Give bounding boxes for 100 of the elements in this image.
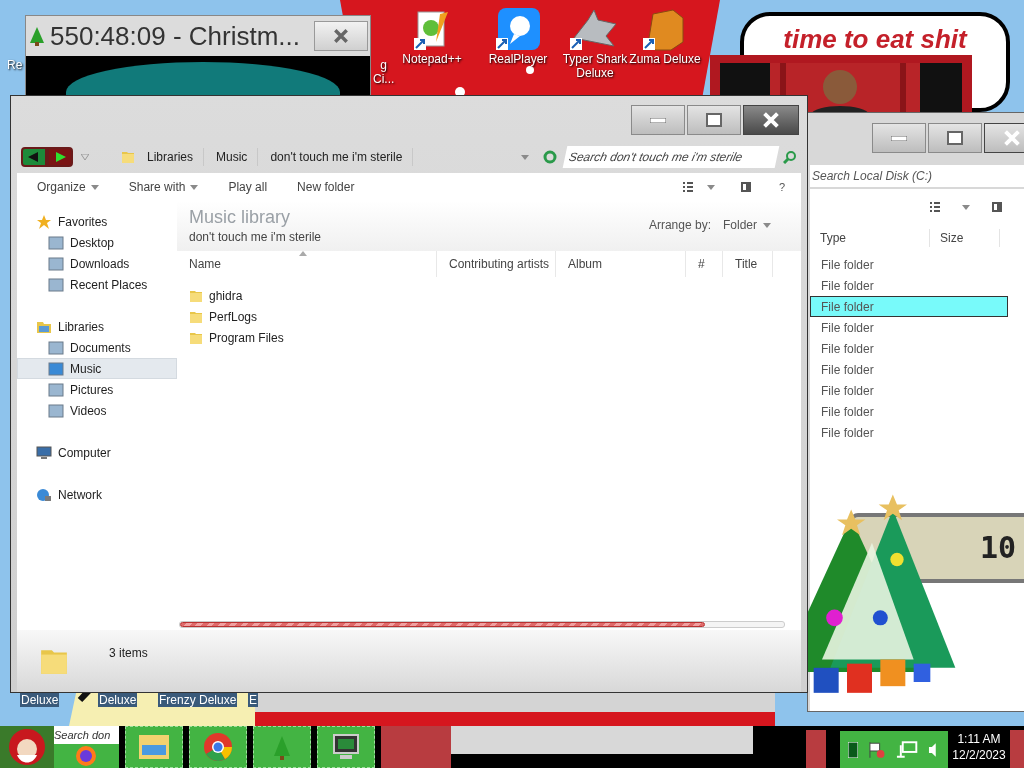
star-icon [36,213,52,230]
help-button[interactable]: ? [778,178,785,196]
dropdown-caret-icon [521,154,529,160]
arrange-dropdown[interactable]: Folder [723,216,771,234]
folder-icon [121,149,135,165]
taskbar-button[interactable] [317,726,375,768]
file-name[interactable]: PerfLogs [209,307,258,326]
file-type-cell[interactable]: File folder [810,296,1008,317]
flag-icon [867,740,886,759]
item-icon [48,277,64,292]
nav-item[interactable]: Desktop [17,232,177,253]
nav-item[interactable]: Network [17,484,177,505]
file-type-cell[interactable]: File folder [810,317,1008,338]
close-icon [1003,129,1021,147]
nav-item[interactable]: Recent Places [17,274,177,295]
toolbar-button[interactable]: Share with [128,178,199,196]
icon-label[interactable]: E [248,693,258,707]
nav-item[interactable]: Downloads [17,253,177,274]
start-button[interactable] [0,726,54,768]
toolbar-button[interactable]: Play all [228,178,268,196]
nav-item[interactable]: Computer [17,442,177,463]
icon-label[interactable]: Frenzy Deluxe [158,693,238,707]
dropdown-caret-icon [706,184,715,190]
clock-digits: 10 [980,533,1017,563]
breadcrumb-item[interactable]: Libraries [137,148,205,166]
browser-icon [203,732,233,762]
folder-icon [189,330,203,345]
santa-figure-icon [7,727,47,767]
nav-item[interactable]: Videos [17,400,177,421]
back-button[interactable] [21,147,47,167]
tree-icon [272,734,292,760]
file-type-cell[interactable]: File folder [810,338,1008,359]
forward-button[interactable] [47,147,73,167]
library-icon [36,319,52,334]
file-type-cell[interactable]: File folder [810,254,1008,275]
search-icon [783,150,797,164]
preview-pane-icon [992,202,1002,212]
search-field[interactable]: Search don't touch me i'm sterile [562,146,780,168]
minimize-icon [650,117,666,123]
breadcrumb-item[interactable]: Music [206,148,259,166]
file-type-cell[interactable]: File folder [810,422,1008,443]
arrange-label: Arrange by: [648,217,711,234]
item-icon [48,340,64,355]
clock-date[interactable]: 12/2/2023 [952,747,1006,763]
nav-item[interactable]: Documents [17,337,177,358]
dropdown-caret-icon [90,184,99,190]
file-type-cell[interactable]: File folder [810,359,1008,380]
close-icon [762,111,780,129]
toolbar-button[interactable]: Organize [37,178,99,196]
status-text: 3 items [109,645,148,662]
icon-label[interactable]: Deluxe [98,693,138,707]
icon-label[interactable]: Deluxe [20,693,60,707]
nav-item[interactable]: Music [17,358,177,379]
refresh-icon [543,150,557,164]
column-header[interactable]: Size [930,229,1000,247]
nav-item[interactable]: Libraries [17,316,177,337]
item-icon [48,256,64,271]
folder-icon [189,288,203,303]
maximize-button[interactable] [928,123,982,153]
folder-icon [189,309,203,324]
file-type-cell[interactable]: File folder [810,380,1008,401]
column-header[interactable]: Title [723,251,773,277]
file-name[interactable]: Program Files [209,328,284,347]
file-type-cell[interactable]: File folder [810,401,1008,422]
dropdown-caret-icon [962,204,970,210]
back-arrow-icon [28,152,40,162]
network-icon [895,740,919,759]
close-button[interactable] [743,105,799,135]
column-header[interactable]: Type [810,229,930,247]
maximize-icon [947,131,963,145]
clock-time[interactable]: 1:11 AM [957,731,1001,747]
tree-icon [28,26,46,46]
maximize-button[interactable] [687,105,741,135]
network-icon [36,487,52,502]
window-title: 550:48:09 - Christm... [50,23,300,49]
library-subtitle: don't touch me i'm sterile [189,229,321,246]
computer-icon [330,733,362,761]
sort-arrow-icon [299,251,307,256]
column-header[interactable]: Contributing artists [437,251,556,277]
minimize-button[interactable] [872,123,926,153]
library-title: Music library [189,206,291,228]
column-header[interactable]: Album [556,251,686,277]
view-icon [682,182,693,192]
taskbar-tile [1010,730,1024,768]
dropdown-caret-icon [81,154,89,160]
nav-item[interactable]: Favorites [17,211,177,232]
toolbar-button[interactable]: New folder [297,178,355,196]
breadcrumb-item[interactable]: don't touch me i'm sterile [260,148,414,166]
nav-item[interactable]: Pictures [17,379,177,400]
file-name[interactable]: ghidra [209,286,243,305]
column-header[interactable]: # [686,251,723,277]
search-field[interactable]: Search don [54,726,119,744]
browser-icon [74,745,98,767]
close-button[interactable] [984,123,1024,153]
minimize-button[interactable] [631,105,685,135]
minimize-icon [891,135,907,141]
file-type-cell[interactable]: File folder [810,275,1008,296]
item-icon [48,235,64,250]
bubble-text: time to eat shit [783,26,967,52]
search-field[interactable]: Search Local Disk (C:) [810,165,1024,187]
